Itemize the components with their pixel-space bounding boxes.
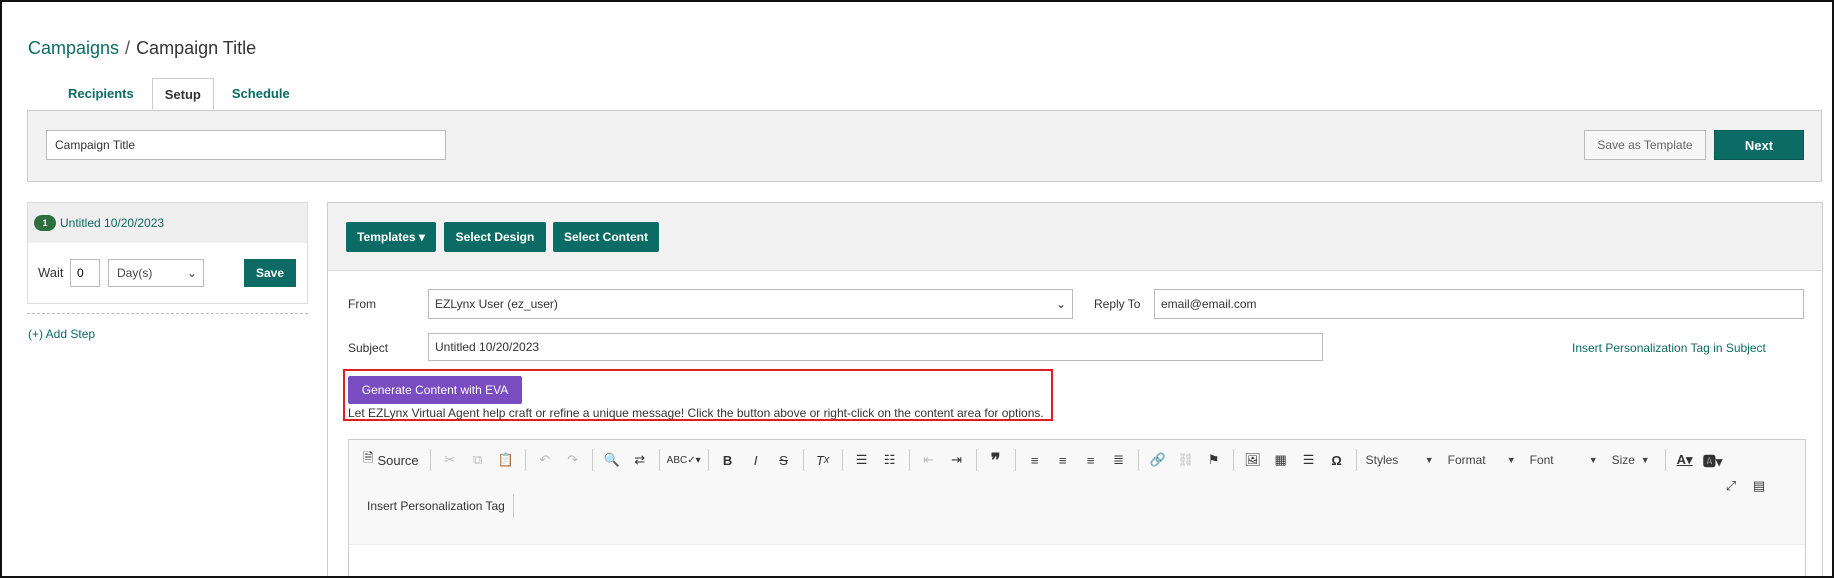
align-left-icon[interactable]: ≡ bbox=[1023, 448, 1047, 472]
reply-to-label: Reply To bbox=[1094, 297, 1141, 311]
anchor-flag-icon[interactable]: ⚑ bbox=[1202, 448, 1226, 472]
chevron-down-icon: ⌄ bbox=[186, 266, 197, 280]
decrease-indent-icon[interactable]: ⇤ bbox=[917, 448, 941, 472]
eva-help-text: Let EZLynx Virtual Agent help craft or r… bbox=[348, 406, 1044, 420]
format-combo[interactable]: Format ▼ bbox=[1444, 448, 1520, 472]
step-header[interactable]: 1 Untitled 10/20/2023 bbox=[28, 203, 307, 243]
bulleted-list-icon[interactable]: ☷ bbox=[878, 448, 902, 472]
paste-icon[interactable]: 📋 bbox=[494, 448, 518, 472]
email-editor-panel: Templates ▾ Select Design Select Content… bbox=[327, 202, 1823, 576]
image-icon[interactable]: 🖼 bbox=[1241, 448, 1265, 472]
wait-unit-value: Day(s) bbox=[117, 266, 153, 280]
find-icon[interactable]: 🔍 bbox=[600, 448, 624, 472]
numbered-list-icon[interactable]: ☰ bbox=[850, 448, 874, 472]
editor-content-area[interactable] bbox=[349, 545, 1805, 576]
background-color-icon[interactable]: 🅰▾ bbox=[1701, 448, 1725, 472]
reply-to-input[interactable] bbox=[1154, 289, 1804, 319]
breadcrumb-separator: / bbox=[125, 38, 131, 58]
subject-input[interactable] bbox=[428, 333, 1323, 361]
link-icon[interactable]: 🔗 bbox=[1146, 448, 1170, 472]
increase-indent-icon[interactable]: ⇥ bbox=[945, 448, 969, 472]
tab-bar: Recipients Setup Schedule bbox=[50, 78, 308, 110]
maximize-icon[interactable]: ⤢ bbox=[1719, 474, 1743, 498]
text-color-icon[interactable]: A▾ bbox=[1673, 448, 1697, 472]
from-value: EZLynx User (ez_user) bbox=[435, 297, 558, 311]
undo-icon[interactable]: ↶ bbox=[533, 448, 557, 472]
blockquote-icon[interactable]: ❞ bbox=[984, 448, 1008, 472]
horizontal-line-icon[interactable]: ☰ bbox=[1297, 448, 1321, 472]
unlink-icon[interactable]: ⛓ bbox=[1174, 448, 1198, 472]
editor-action-bar: Templates ▾ Select Design Select Content bbox=[328, 203, 1822, 271]
source-button[interactable]: 🗎 Source bbox=[359, 448, 423, 472]
bold-icon[interactable]: B bbox=[716, 448, 740, 472]
from-select[interactable]: EZLynx User (ez_user) ⌄ bbox=[428, 289, 1073, 319]
chevron-down-icon: ▼ bbox=[1588, 455, 1598, 465]
font-label: Font bbox=[1529, 453, 1554, 467]
step-number-badge: 1 bbox=[34, 215, 56, 231]
save-as-template-button[interactable]: Save as Template bbox=[1584, 130, 1706, 160]
breadcrumb: Campaigns / Campaign Title bbox=[28, 38, 256, 59]
templates-button-label: Templates bbox=[357, 230, 416, 244]
next-button[interactable]: Next bbox=[1714, 130, 1804, 160]
campaign-title-input[interactable] bbox=[46, 130, 446, 160]
replace-icon[interactable]: ⇄ bbox=[628, 448, 652, 472]
remove-format-icon[interactable]: Tx bbox=[811, 448, 835, 472]
tab-setup[interactable]: Setup bbox=[151, 78, 214, 110]
copy-icon[interactable]: ⧉ bbox=[466, 448, 490, 472]
source-icon: 🗎 bbox=[363, 450, 374, 465]
select-design-button[interactable]: Select Design bbox=[444, 222, 546, 252]
chevron-down-icon: ⌄ bbox=[1055, 297, 1066, 311]
templates-dropdown-button[interactable]: Templates ▾ bbox=[346, 222, 436, 252]
insert-personalization-tag-button[interactable]: Insert Personalization Tag bbox=[359, 494, 514, 518]
campaign-title-panel: Save as Template Next bbox=[27, 110, 1822, 182]
breadcrumb-current: Campaign Title bbox=[136, 38, 257, 58]
breadcrumb-campaigns-link[interactable]: Campaigns bbox=[28, 38, 119, 59]
styles-combo[interactable]: Styles ▼ bbox=[1362, 448, 1438, 472]
format-label: Format bbox=[1447, 453, 1486, 467]
spellcheck-icon[interactable]: ABC✓▾ bbox=[667, 448, 701, 472]
add-step-link[interactable]: (+) Add Step bbox=[28, 327, 95, 341]
app-window: Campaigns / Campaign Title Recipients Se… bbox=[0, 0, 1834, 578]
redo-icon[interactable]: ↷ bbox=[561, 448, 585, 472]
step-divider bbox=[27, 313, 308, 314]
chevron-down-icon: ▼ bbox=[1424, 455, 1434, 465]
select-content-button[interactable]: Select Content bbox=[553, 222, 659, 252]
step-name[interactable]: Untitled 10/20/2023 bbox=[60, 216, 164, 230]
wait-input[interactable] bbox=[70, 259, 100, 287]
rich-text-editor: 🗎 Source ✂ ⧉ 📋 ↶ ↷ 🔍 ⇄ ABC✓▾ B I S T x ☰… bbox=[348, 439, 1806, 576]
wait-label: Wait bbox=[38, 265, 64, 280]
generate-content-eva-button[interactable]: Generate Content with EVA bbox=[348, 376, 522, 404]
align-right-icon[interactable]: ≡ bbox=[1079, 448, 1103, 472]
special-character-icon[interactable]: Ω bbox=[1325, 448, 1349, 472]
source-label: Source bbox=[377, 452, 419, 468]
editor-toolbar: 🗎 Source ✂ ⧉ 📋 ↶ ↷ 🔍 ⇄ ABC✓▾ B I S T x ☰… bbox=[349, 440, 1805, 545]
show-blocks-icon[interactable]: ▤ bbox=[1747, 474, 1771, 498]
justify-icon[interactable]: ≣ bbox=[1107, 448, 1131, 472]
caret-down-icon: ▾ bbox=[415, 230, 425, 244]
eva-highlight-box: Generate Content with EVA Let EZLynx Vir… bbox=[343, 369, 1053, 421]
cut-icon[interactable]: ✂ bbox=[438, 448, 462, 472]
from-label: From bbox=[348, 297, 376, 311]
table-icon[interactable]: ▦ bbox=[1269, 448, 1293, 472]
size-label: Size bbox=[1611, 453, 1635, 467]
align-center-icon[interactable]: ≡ bbox=[1051, 448, 1075, 472]
strikethrough-icon[interactable]: S bbox=[772, 448, 796, 472]
size-combo[interactable]: Size ▼ bbox=[1608, 448, 1654, 472]
tab-schedule[interactable]: Schedule bbox=[214, 78, 308, 110]
italic-icon[interactable]: I bbox=[744, 448, 768, 472]
insert-personalization-tag-subject-link[interactable]: Insert Personalization Tag in Subject bbox=[1572, 341, 1766, 355]
styles-label: Styles bbox=[1365, 453, 1399, 467]
save-step-button[interactable]: Save bbox=[244, 259, 296, 287]
chevron-down-icon: ▼ bbox=[1506, 455, 1516, 465]
subject-label: Subject bbox=[348, 341, 389, 355]
wait-unit-select[interactable]: Day(s) ⌄ bbox=[108, 259, 204, 287]
tab-recipients[interactable]: Recipients bbox=[50, 78, 152, 110]
font-combo[interactable]: Font ▼ bbox=[1526, 448, 1602, 472]
chevron-down-icon: ▼ bbox=[1640, 455, 1650, 465]
campaign-step-card: 1 Untitled 10/20/2023 Wait Day(s) ⌄ Save bbox=[27, 202, 308, 304]
